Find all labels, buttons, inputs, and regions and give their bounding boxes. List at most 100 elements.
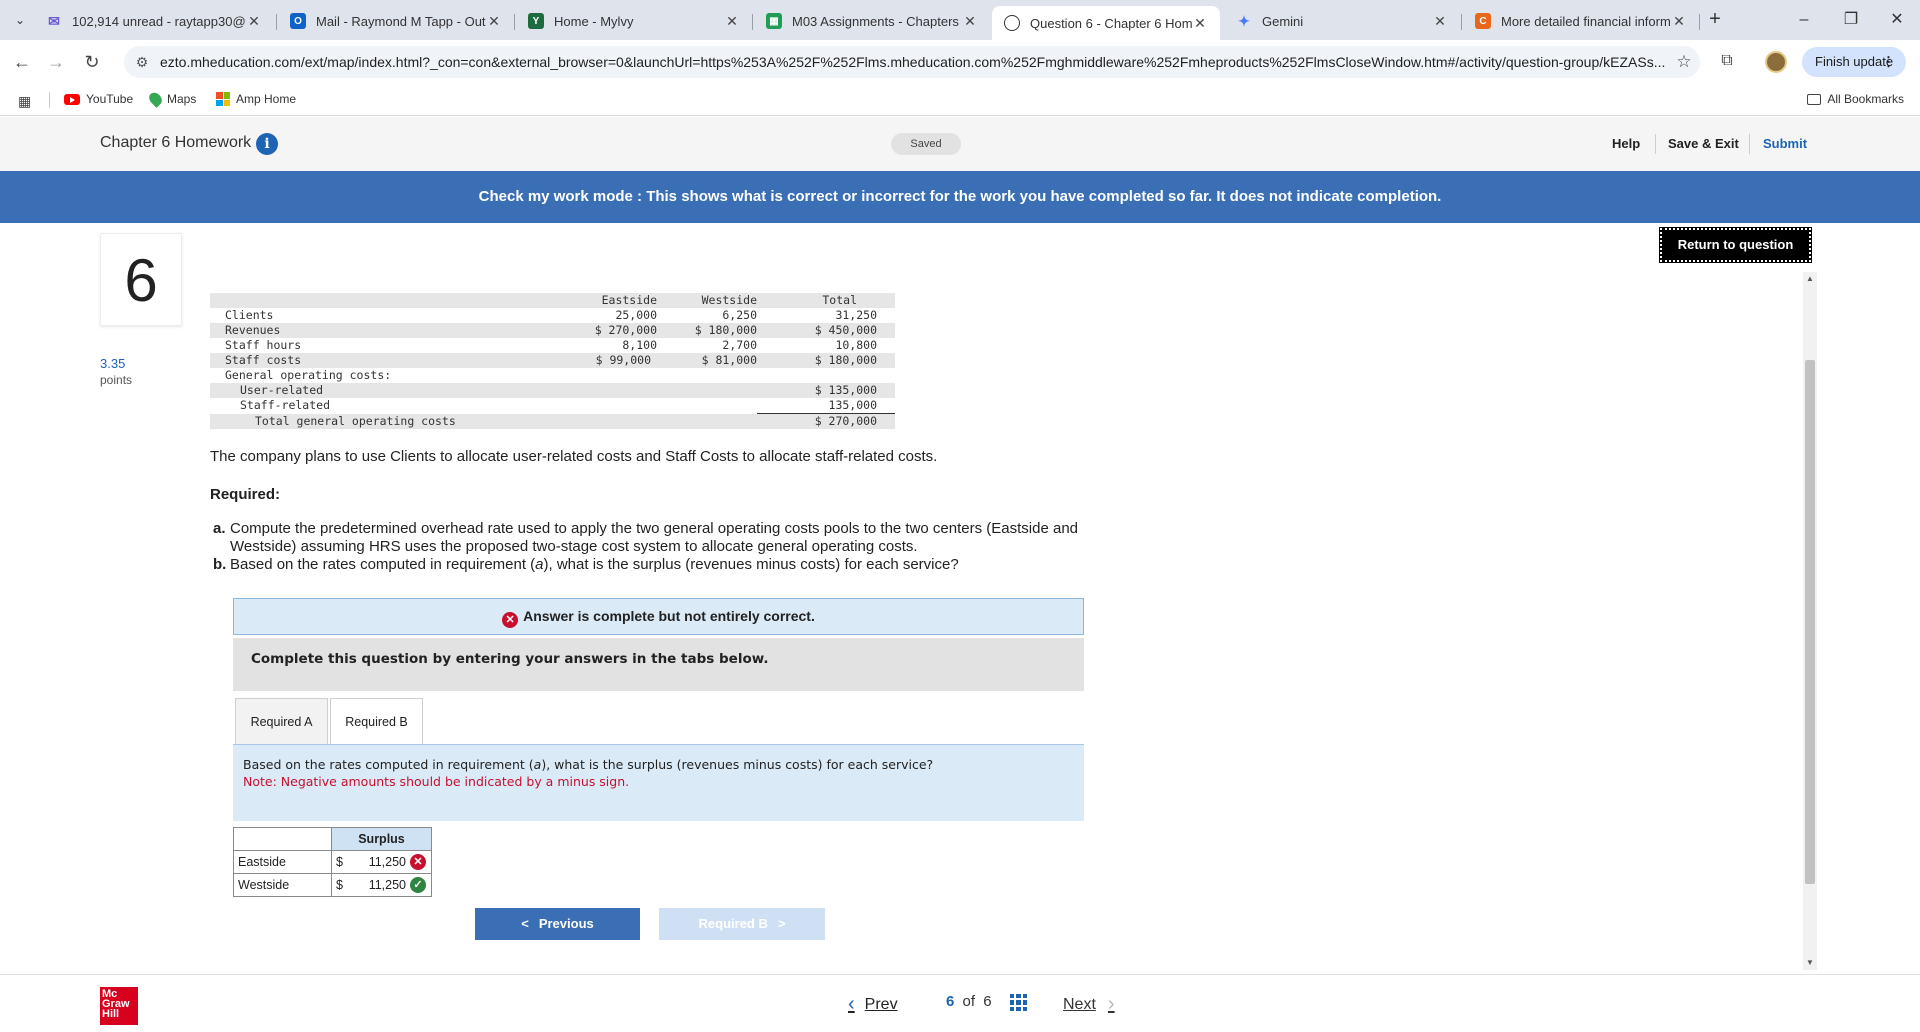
- browser-tab-gemini[interactable]: ✦ Gemini ✕: [1224, 6, 1460, 36]
- eastside-cell: 25,000: [615, 308, 657, 322]
- close-tab-icon[interactable]: ✕: [724, 13, 740, 30]
- requirement-letter: a.: [213, 520, 226, 537]
- table-spacer: [877, 323, 895, 338]
- table-row: Revenues $ 270,000 $ 180,000 $ 450,000: [210, 323, 895, 338]
- close-tab-icon[interactable]: ✕: [1192, 15, 1208, 32]
- row-label: User-related: [210, 383, 572, 398]
- total-cell: $ 450,000: [757, 323, 877, 338]
- browser-tab-outlook[interactable]: O Mail - Raymond M Tapp - Outlo ✕: [278, 6, 514, 36]
- info-icon[interactable]: i: [256, 133, 278, 155]
- help-link[interactable]: Help: [1612, 136, 1640, 151]
- table-spacer: [877, 398, 895, 414]
- row-label: Staff-related: [240, 398, 331, 413]
- currency-symbol: $: [336, 878, 343, 892]
- return-to-question-button[interactable]: Return to question: [1659, 227, 1812, 263]
- surplus-input-cell[interactable]: $ 11,250 ✓: [331, 873, 432, 897]
- points-value: 3.35: [100, 356, 126, 371]
- tab-title: Gemini: [1262, 13, 1304, 29]
- scroll-up-arrow-icon[interactable]: ▲: [1803, 272, 1817, 286]
- surplus-header: Surplus: [331, 827, 432, 851]
- amp-icon: [216, 92, 230, 106]
- previous-label: Previous: [538, 916, 594, 931]
- table-spacer: [877, 368, 895, 383]
- requirement-b: b. Based on the rates computed in requir…: [213, 556, 1133, 574]
- bookmark-amp-home[interactable]: Amp Home: [216, 92, 296, 106]
- browser-tab-chegg[interactable]: C More detailed financial informa ✕: [1463, 6, 1699, 36]
- back-arrow-icon[interactable]: ←: [10, 50, 34, 74]
- minimize-window-icon[interactable]: –: [1792, 8, 1816, 32]
- reload-icon[interactable]: ↻: [80, 50, 104, 74]
- tab-search-chevron-icon[interactable]: ⌄: [12, 12, 28, 28]
- row-label: Westside: [233, 873, 332, 897]
- extensions-puzzle-icon[interactable]: ⧉: [1716, 52, 1738, 74]
- tab-title: Mail - Raymond M Tapp - Outlo: [316, 13, 486, 29]
- surplus-input-eastside[interactable]: 11,250: [343, 855, 406, 869]
- westside-cell: [657, 398, 757, 414]
- bookmark-youtube[interactable]: YouTube: [64, 92, 133, 106]
- footer-next-link[interactable]: Next ›: [1063, 993, 1115, 1016]
- submit-link[interactable]: Submit: [1763, 136, 1807, 151]
- tab-divider: [276, 14, 277, 30]
- bookmark-maps[interactable]: Maps: [146, 90, 196, 108]
- total-pages: 6: [983, 993, 992, 1010]
- tab-divider: [514, 14, 515, 30]
- total-cell: 31,250: [835, 308, 877, 322]
- browser-tab-mail[interactable]: ✉ 102,914 unread - raytapp30@y ✕: [34, 6, 274, 36]
- close-tab-icon[interactable]: ✕: [1671, 13, 1687, 30]
- surplus-input-cell[interactable]: $ 11,250 ✕: [331, 850, 432, 874]
- browser-tab-mylvy[interactable]: Y Home - Mylvy ✕: [516, 6, 752, 36]
- tab-required-a[interactable]: Required A: [235, 698, 328, 745]
- url-text[interactable]: ezto.mheducation.com/ext/map/index.html?…: [160, 54, 1668, 70]
- question-grid-icon[interactable]: [1010, 994, 1027, 1011]
- new-tab-button[interactable]: +: [1703, 8, 1727, 32]
- assignment-header: Chapter 6 Homework i Saved Help Save & E…: [0, 117, 1920, 171]
- total-cell: $ 270,000: [757, 413, 877, 429]
- row-label: Staff hours: [225, 338, 302, 352]
- site-settings-icon[interactable]: ⚙: [124, 54, 160, 71]
- table-spacer: [877, 413, 895, 429]
- apps-grid-icon[interactable]: ▦: [18, 93, 31, 110]
- prompt-text: Based on the rates computed in requireme…: [243, 757, 934, 772]
- save-exit-link[interactable]: Save & Exit: [1668, 136, 1739, 151]
- close-tab-icon[interactable]: ✕: [486, 13, 502, 30]
- next-requirement-button[interactable]: Required B >: [659, 908, 825, 940]
- answer-status-text: Answer is complete but not entirely corr…: [523, 608, 815, 624]
- chevron-left-icon: ‹: [848, 993, 855, 1015]
- scrollbar-thumb[interactable]: [1805, 360, 1815, 884]
- finish-update-button[interactable]: Finish update ⋮: [1802, 47, 1906, 77]
- table-header-cell: Total: [757, 293, 877, 308]
- row-label: Clients: [225, 308, 274, 322]
- row-label: Eastside: [233, 850, 332, 874]
- eastside-cell: [572, 383, 657, 398]
- required-heading: Required:: [210, 486, 281, 503]
- footer-prev-link[interactable]: ‹ Prev: [848, 993, 898, 1016]
- restore-window-icon[interactable]: ❐: [1839, 8, 1863, 32]
- chevron-right-icon: ›: [1107, 993, 1115, 1015]
- tab-divider: [1461, 14, 1462, 30]
- row-label: Staff costs: [210, 353, 572, 368]
- bookmark-star-icon[interactable]: ☆: [1668, 52, 1700, 72]
- close-tab-icon[interactable]: ✕: [1432, 13, 1448, 30]
- ivy-icon: Y: [528, 13, 544, 29]
- tab-title: Home - Mylvy: [554, 13, 634, 29]
- content-scrollbar[interactable]: ▲ ▼: [1803, 272, 1817, 970]
- westside-cell: $ 180,000: [657, 323, 757, 338]
- previous-requirement-button[interactable]: < Previous: [475, 908, 640, 940]
- table-spacer: [877, 353, 895, 368]
- close-tab-icon[interactable]: ✕: [246, 13, 262, 30]
- omnibox[interactable]: ⚙ ezto.mheducation.com/ext/map/index.htm…: [124, 46, 1700, 78]
- close-tab-icon[interactable]: ✕: [962, 13, 978, 30]
- surplus-input-westside[interactable]: 11,250: [343, 878, 406, 892]
- all-bookmarks[interactable]: All Bookmarks: [1807, 92, 1904, 106]
- requirement-text: Compute the predetermined overhead rate …: [230, 520, 1079, 555]
- browser-tab-question-active[interactable]: Question 6 - Chapter 6 Homew ✕: [992, 6, 1220, 40]
- close-window-icon[interactable]: ✕: [1885, 8, 1909, 32]
- mail-icon: ✉: [48, 12, 60, 29]
- of-text: of: [962, 993, 976, 1010]
- scroll-down-arrow-icon[interactable]: ▼: [1803, 956, 1817, 970]
- forward-arrow-icon[interactable]: →: [44, 50, 68, 74]
- profile-avatar[interactable]: [1765, 51, 1787, 73]
- question-number: 6: [100, 233, 182, 326]
- browser-tab-sheets[interactable]: ▦ M03 Assignments - Chapters 5 ✕: [754, 6, 990, 36]
- tab-required-b[interactable]: Required B: [330, 698, 423, 745]
